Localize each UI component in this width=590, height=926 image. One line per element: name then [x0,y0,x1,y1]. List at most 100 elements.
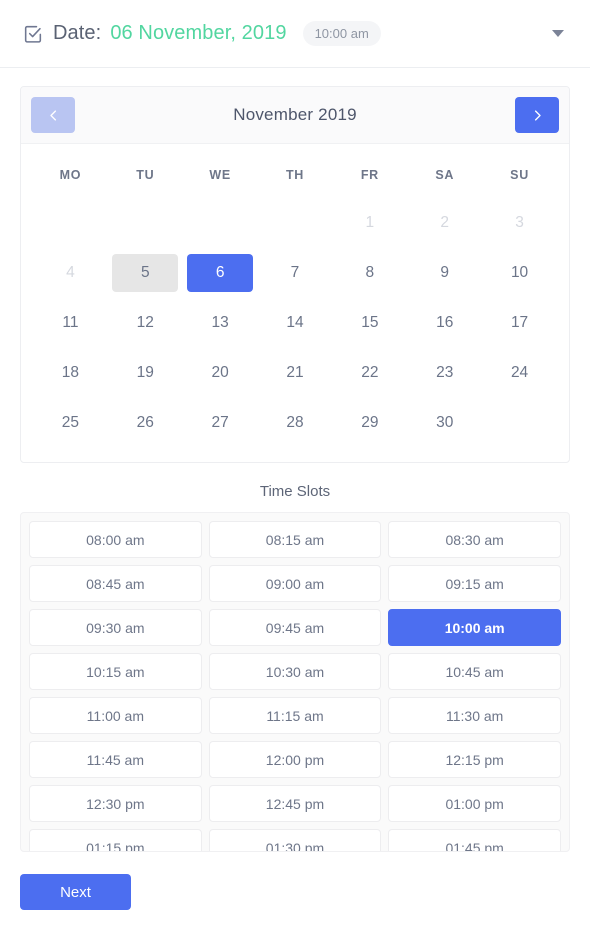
time-slot[interactable]: 12:30 pm [29,785,202,822]
time-slot[interactable]: 09:30 am [29,609,202,646]
calendar-day-3: 3 [515,214,524,231]
calendar-day-cell: 12 [108,298,183,348]
calendar-day-13[interactable]: 13 [187,304,253,342]
weekday-header: SU [510,168,529,182]
calendar-day-9[interactable]: 9 [412,254,478,292]
calendar-day-15[interactable]: 15 [337,304,403,342]
calendar-day-1: 1 [365,214,375,231]
calendar-day-23[interactable]: 23 [412,354,478,392]
time-slot[interactable]: 08:30 am [388,521,561,558]
calendar-day-6[interactable]: 6 [187,254,254,292]
calendar-day-7[interactable]: 7 [262,254,328,292]
caret-down-icon[interactable] [552,30,564,37]
time-slot[interactable]: 10:45 am [388,653,561,690]
calendar-day-cell: 26 [108,398,183,448]
chevron-left-icon [46,108,61,123]
time-slot[interactable]: 08:45 am [29,565,202,602]
calendar-day-20[interactable]: 20 [187,354,253,392]
time-slots-scroll-container[interactable]: 08:00 am 08:15 am 08:30 am 08:45 am 09:00 am… [20,512,570,852]
calendar-day-cell: 6 [183,248,258,298]
footer-actions: Next [0,852,590,910]
calendar-day-5[interactable]: 5 [112,254,179,292]
calendar-day-cell: 5 [108,248,183,298]
calendar-day-empty [487,404,553,442]
time-slots-title: Time Slots [259,483,331,500]
time-slot[interactable]: 11:00 am [29,697,202,734]
calendar-day-8[interactable]: 8 [337,254,403,292]
time-slot[interactable]: 11:30 am [388,697,561,734]
calendar-day-25[interactable]: 25 [37,404,103,442]
time-slot[interactable]: 10:30 am [208,653,382,690]
time-slot[interactable]: 01:30 pm [208,829,382,851]
calendar-day-cell: 14 [258,298,333,348]
calendar-day-19[interactable]: 19 [112,354,178,392]
calendar-day-cell: 25 [33,398,108,448]
header-left-group: Date: 06 November, 2019 10:00 am [22,21,552,46]
time-slot[interactable]: 11:15 am [208,697,382,734]
calendar-day-17[interactable]: 17 [487,304,553,342]
calendar-day-cell: 22 [332,348,407,398]
time-slots-grid: 08:00 am 08:15 am 08:30 am 08:45 am 09:00 am… [29,521,561,851]
calendar-day-empty [37,204,103,242]
calendar-day-10[interactable]: 10 [487,254,553,292]
calendar-day-cell: 10 [482,248,557,298]
time-slot[interactable]: 01:15 pm [29,829,202,851]
calendar-day-30[interactable]: 30 [412,404,478,442]
calendar-day-cell: 20 [183,348,258,398]
time-slot[interactable]: 12:15 pm [388,741,561,778]
time-slot[interactable]: 10:00 am [388,609,561,646]
calendar-day-27[interactable]: 27 [187,404,253,442]
calendar-week-row: 11 12 13 14 15 16 17 [33,298,557,348]
calendar-day-21[interactable]: 21 [262,354,328,392]
calendar-day-28[interactable]: 28 [262,404,328,442]
time-slot[interactable]: 09:00 am [208,565,382,602]
calendar-day-14[interactable]: 14 [262,304,328,342]
calendar-day-26[interactable]: 26 [112,404,178,442]
selected-date-value: 06 November, 2019 [110,22,287,44]
time-slot[interactable]: 08:00 am [29,521,202,558]
next-button[interactable]: Next [20,874,131,910]
calendar-day-cell: 1 [332,198,407,248]
calendar-day-18[interactable]: 18 [37,354,103,392]
time-slot[interactable]: 10:15 am [29,653,202,690]
weekday-header: SA [435,168,455,182]
calendar-day-29[interactable]: 29 [337,404,403,442]
calendar-card: November 2019 MO TU WE TH FR SA SU 1 2 3 4 5 6 7 8 9 10… [20,86,570,463]
time-slot[interactable]: 01:00 pm [388,785,561,822]
prev-month-button[interactable] [31,97,75,133]
time-slot[interactable]: 11:45 am [29,741,202,778]
calendar-day-12[interactable]: 12 [112,304,178,342]
calendar-week-row: 18 19 20 21 22 23 24 [33,348,557,398]
calendar-day-cell [33,198,108,248]
selected-time-badge: 10:00 am [302,21,381,46]
time-slot[interactable]: 09:45 am [208,609,382,646]
calendar-day-empty [262,204,328,242]
calendar-day-cell: 16 [407,298,482,348]
calendar-day-cell: 30 [407,398,482,448]
calendar-day-16[interactable]: 16 [412,304,478,342]
calendar-day-cell: 24 [482,348,557,398]
calendar-body: MO TU WE TH FR SA SU 1 2 3 4 5 6 7 8 9 10 11 12 13 14 15 16 17… [21,144,569,462]
calendar-day-11[interactable]: 11 [37,304,103,342]
chevron-right-icon [530,108,545,123]
time-slot[interactable]: 08:15 am [208,521,382,558]
calendar-day-cell: 29 [332,398,407,448]
time-slot[interactable]: 12:45 pm [208,785,382,822]
calendar-day-cell: 15 [332,298,407,348]
calendar-day-cell: 2 [407,198,482,248]
calendar-day-24[interactable]: 24 [487,354,553,392]
time-slot[interactable]: 09:15 am [388,565,561,602]
date-label: Date: [53,22,102,44]
weekday-header: MO [59,168,82,182]
calendar-day-cell: 23 [407,348,482,398]
calendar-day-22[interactable]: 22 [337,354,403,392]
calendar-day-cell [183,198,258,248]
next-month-button[interactable] [515,97,559,133]
weekday-header: FR [360,168,379,182]
calendar-day-cell: 4 [33,248,108,298]
time-slot[interactable]: 01:45 pm [388,829,561,851]
time-slot[interactable]: 12:00 pm [208,741,382,778]
date-header-bar[interactable]: Date: 06 November, 2019 10:00 am [0,0,590,68]
calendar-day-empty [187,204,253,242]
calendar-day-cell: 28 [258,398,333,448]
